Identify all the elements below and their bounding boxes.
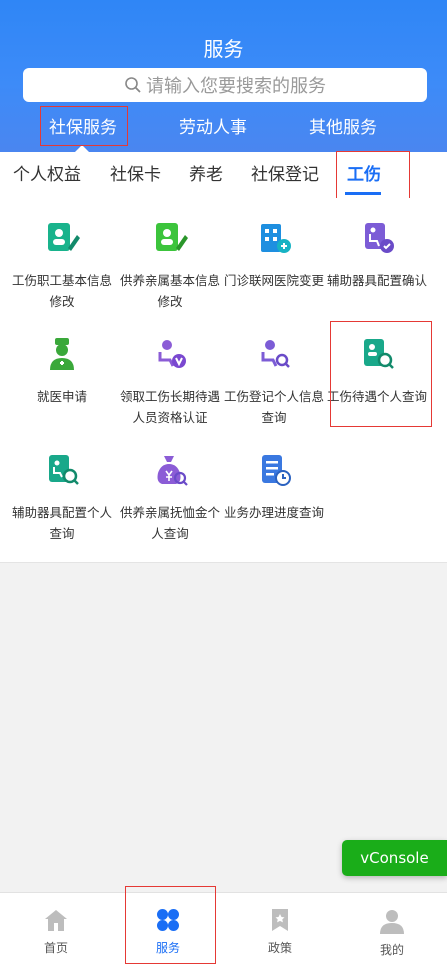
bottom-nav: 首页 服务 政策 我的	[0, 892, 447, 967]
service-item[interactable]: 辅助器具配置个人查询	[7, 450, 117, 544]
search-icon	[125, 77, 141, 93]
service-label: 工伤登记个人信息查询	[223, 389, 324, 425]
money-bag-icon	[157, 456, 188, 486]
clover-icon	[157, 909, 179, 931]
nav-mine[interactable]: 我的	[336, 893, 447, 967]
nav-policy[interactable]: 政策	[224, 893, 336, 967]
search-doc-icon	[364, 339, 394, 369]
header: 服务 请输入您要搜索的服务 社保服务 劳动人事 其他服务	[0, 0, 447, 152]
service-label: 辅助器具配置个人查询	[11, 505, 112, 541]
vconsole-button[interactable]: vConsole	[342, 840, 447, 876]
nav-label: 服务	[155, 941, 180, 955]
edit-person-icon	[48, 223, 80, 251]
nav-label: 政策	[267, 941, 292, 955]
active-tab-underline	[345, 192, 381, 195]
user-icon	[380, 910, 404, 934]
edit-person-icon	[156, 223, 188, 251]
active-caret	[75, 145, 89, 152]
service-label: 领取工伤长期待遇人员资格认证	[119, 389, 220, 425]
wheelchair-check-icon	[365, 223, 394, 253]
service-item[interactable]: 工伤职工基本信息修改	[7, 218, 117, 312]
tab-social-card[interactable]: 社保卡	[110, 160, 161, 190]
service-label: 供养亲属抚恤金个人查询	[119, 505, 220, 541]
service-item[interactable]: 工伤登记个人信息查询	[219, 334, 329, 428]
service-item[interactable]: 门诊联网医院变更	[219, 218, 329, 291]
tab-pension[interactable]: 养老	[189, 160, 223, 190]
service-item[interactable]: 供养亲属基本信息修改	[115, 218, 225, 312]
nav-home[interactable]: 首页	[0, 893, 112, 967]
service-item[interactable]: 辅助器具配置确认	[322, 218, 432, 291]
tab-registration[interactable]: 社保登记	[251, 160, 319, 190]
search-placeholder: 请输入您要搜索的服务	[146, 76, 326, 97]
search-doc-icon	[49, 455, 79, 485]
certify-icon	[158, 340, 186, 368]
tab-other[interactable]: 其他服务	[300, 108, 386, 148]
search-input[interactable]: 请输入您要搜索的服务	[23, 68, 427, 102]
progress-doc-icon	[262, 455, 291, 486]
service-item[interactable]: 工伤待遇个人查询	[322, 334, 432, 407]
home-icon	[45, 910, 67, 931]
service-item[interactable]: 就医申请	[7, 334, 117, 407]
page-title: 服务	[203, 37, 244, 61]
service-item[interactable]: 领取工伤长期待遇人员资格认证	[115, 334, 225, 428]
doctor-icon	[50, 338, 74, 370]
tab-social-security[interactable]: 社保服务	[40, 108, 126, 148]
nav-label: 我的	[379, 943, 404, 957]
service-label: 门诊联网医院变更	[223, 273, 324, 288]
tab-labor[interactable]: 劳动人事	[170, 108, 256, 148]
nav-label: 首页	[43, 941, 68, 955]
bookmark-icon	[272, 909, 288, 931]
category-tabs: 社保服务 劳动人事 其他服务	[0, 108, 447, 152]
service-label: 工伤待遇个人查询	[326, 389, 427, 404]
service-grid: 工伤职工基本信息修改 供养亲属基本信息修改 门诊联网医院变更 辅助器具配置确认 …	[0, 198, 447, 563]
nav-service[interactable]: 服务	[112, 893, 224, 967]
search-person-icon	[261, 340, 290, 368]
tab-personal-rights[interactable]: 个人权益	[13, 160, 81, 190]
service-label: 业务办理进度查询	[223, 505, 324, 520]
service-label: 工伤职工基本信息修改	[11, 273, 112, 309]
tab-work-injury[interactable]: 工伤	[347, 160, 381, 190]
service-item[interactable]: 业务办理进度查询	[219, 450, 329, 523]
service-label: 辅助器具配置确认	[326, 273, 427, 288]
hospital-icon	[261, 224, 291, 253]
service-label: 供养亲属基本信息修改	[119, 273, 220, 309]
service-label: 就医申请	[36, 389, 87, 404]
service-item[interactable]: 供养亲属抚恤金个人查询	[115, 450, 225, 544]
